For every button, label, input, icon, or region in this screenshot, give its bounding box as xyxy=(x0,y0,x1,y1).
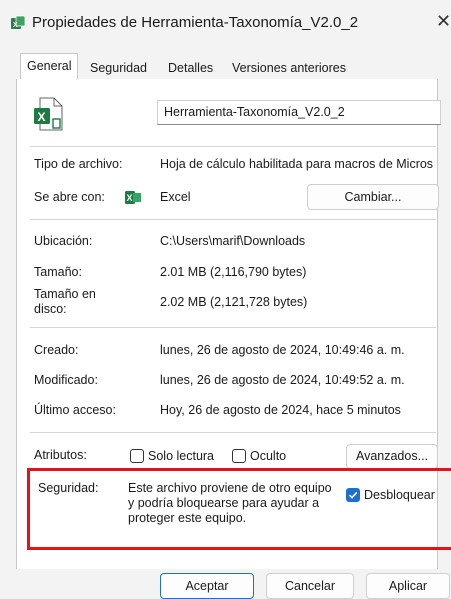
security-message: Este archivo proviene de otro equipo y p… xyxy=(128,481,332,525)
security-label: Seguridad: xyxy=(38,481,99,495)
last-accessed-value: Hoy, 26 de agosto de 2024, hace 5 minuto… xyxy=(160,403,401,417)
properties-icon: X xyxy=(10,15,26,31)
svg-text:X: X xyxy=(127,193,133,203)
unblock-label[interactable]: Desbloquear xyxy=(364,488,435,502)
svg-text:X: X xyxy=(38,110,46,124)
tab-detalles[interactable]: Detalles xyxy=(162,57,219,79)
location-value: C:\Users\marif\Downloads xyxy=(160,234,306,248)
opens-with-value: Excel xyxy=(160,190,191,204)
excel-file-icon: X xyxy=(34,97,64,131)
hidden-checkbox[interactable] xyxy=(232,449,246,463)
last-accessed-label: Último acceso: xyxy=(34,403,116,417)
created-label: Creado: xyxy=(34,343,79,357)
opens-with-label: Se abre con: xyxy=(34,190,105,204)
modified-label: Modificado: xyxy=(34,373,98,387)
advanced-button[interactable]: Avanzados... xyxy=(346,444,438,469)
divider xyxy=(30,327,436,328)
hidden-label[interactable]: Oculto xyxy=(250,449,286,463)
size-on-disk-label: Tamaño en disco: xyxy=(34,287,96,316)
check-icon xyxy=(348,491,358,499)
excel-app-icon: X xyxy=(125,190,141,205)
change-button[interactable]: Cambiar... xyxy=(307,184,439,210)
tab-versiones-anteriores[interactable]: Versiones anteriores xyxy=(226,57,352,79)
size-on-disk-value: 2.02 MB (2,121,728 bytes) xyxy=(160,295,308,309)
file-type-value: Hoja de cálculo habilitada para macros d… xyxy=(160,157,434,171)
size-value: 2.01 MB (2,116,790 bytes) xyxy=(160,265,307,279)
divider xyxy=(30,146,436,147)
window-title: Propiedades de Herramienta-Taxonomía_V2.… xyxy=(32,14,359,31)
size-label: Tamaño: xyxy=(34,265,82,279)
apply-button[interactable]: Aplicar xyxy=(366,573,450,599)
accept-button[interactable]: Aceptar xyxy=(160,573,254,599)
modified-value: lunes, 26 de agosto de 2024, 10:49:52 a.… xyxy=(160,373,405,387)
location-label: Ubicación: xyxy=(34,234,93,248)
divider xyxy=(30,432,436,433)
svg-text:X: X xyxy=(13,22,18,29)
tab-seguridad[interactable]: Seguridad xyxy=(84,57,153,79)
file-name-input[interactable]: Herramienta-Taxonomía_V2.0_2 xyxy=(157,100,441,125)
created-value: lunes, 26 de agosto de 2024, 10:49:46 a.… xyxy=(160,343,405,357)
cancel-button[interactable]: Cancelar xyxy=(266,573,354,599)
tab-general[interactable]: General xyxy=(20,53,79,80)
readonly-checkbox[interactable] xyxy=(130,449,144,463)
divider xyxy=(30,219,436,220)
close-icon[interactable]: ✕ xyxy=(436,11,451,32)
attributes-label: Atributos: xyxy=(34,448,87,462)
unblock-checkbox[interactable] xyxy=(346,488,360,502)
file-type-label: Tipo de archivo: xyxy=(34,157,123,171)
readonly-label[interactable]: Solo lectura xyxy=(148,449,214,463)
